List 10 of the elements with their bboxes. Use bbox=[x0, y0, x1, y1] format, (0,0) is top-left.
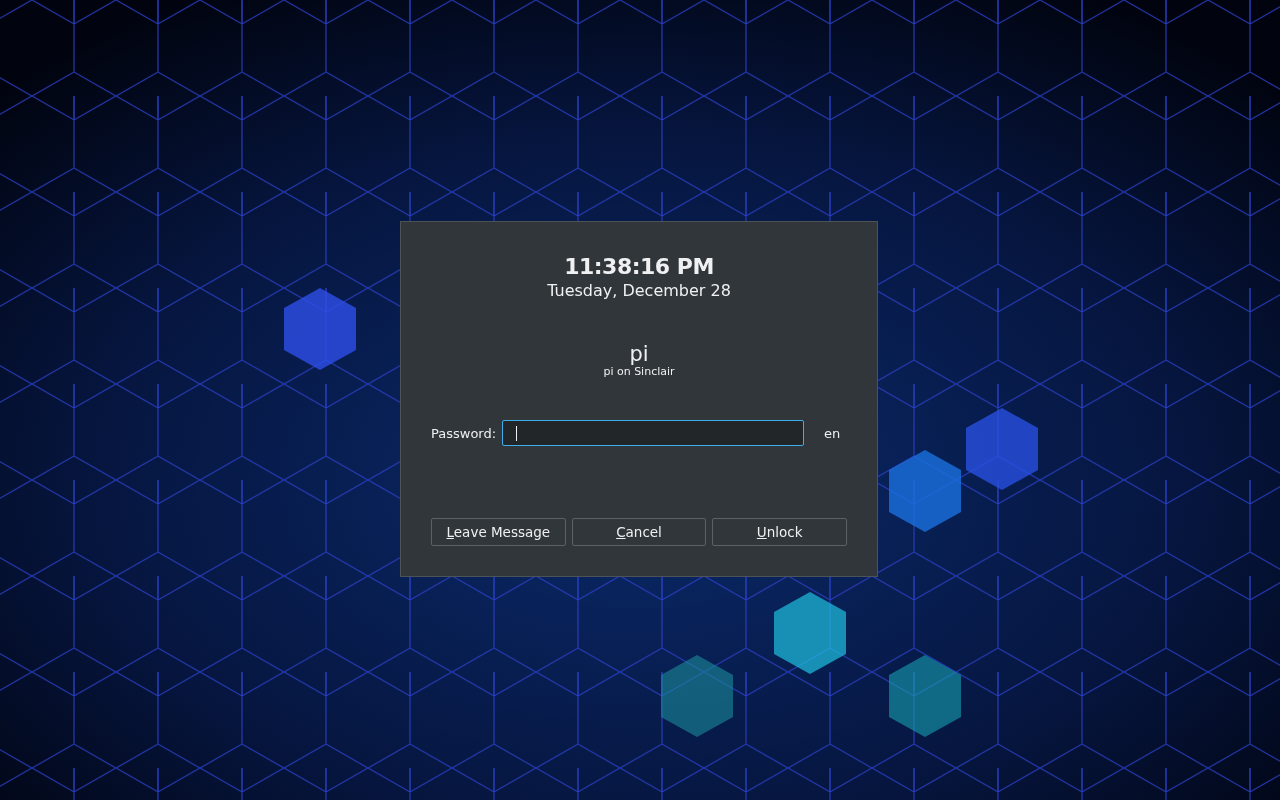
keyboard-layout[interactable]: en bbox=[824, 425, 841, 441]
dialog-button[interactable]: Cancel bbox=[571, 518, 707, 546]
dialog-button[interactable]: Leave Message bbox=[431, 518, 566, 546]
password-field[interactable] bbox=[502, 420, 805, 446]
dialog-button[interactable]: Unlock bbox=[712, 518, 847, 546]
clock-time: 11:38:16 PM bbox=[564, 254, 714, 279]
user-host: pi on Sinclair bbox=[603, 365, 675, 378]
user-name: pi bbox=[629, 342, 649, 366]
clock-date: Tuesday, December 28 bbox=[547, 281, 731, 300]
password-label: Password: bbox=[431, 425, 497, 441]
